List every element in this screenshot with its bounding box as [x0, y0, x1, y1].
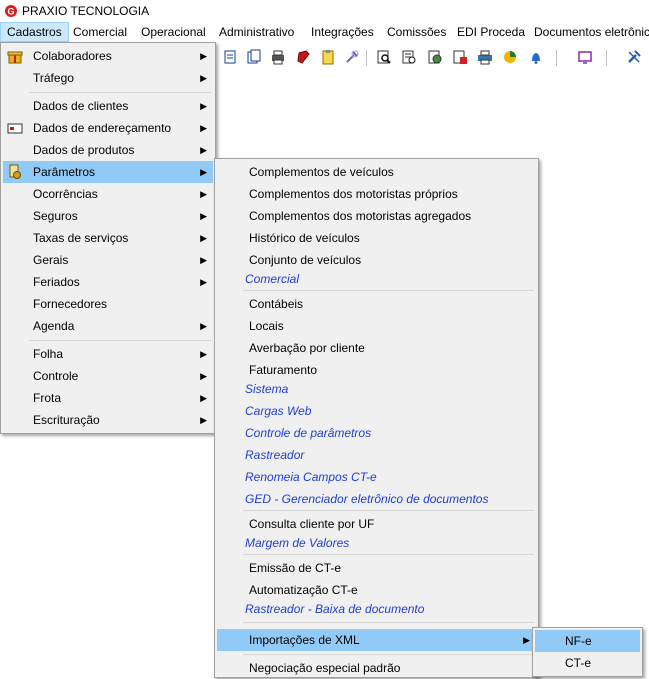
wrench-icon[interactable] [626, 49, 642, 65]
section-margem-valores[interactable]: Margem de Valores [245, 536, 349, 550]
menu-separator [243, 290, 534, 291]
menu-item-dados-clientes[interactable]: Dados de clientes ▶ [3, 95, 213, 117]
menu-comercial[interactable]: Comercial [67, 22, 133, 42]
menu-item-gerais[interactable]: Gerais ▶ [3, 249, 213, 271]
menu-integracoes[interactable]: Integrações [305, 22, 380, 42]
menu-item-feriados[interactable]: Feriados ▶ [3, 271, 213, 293]
document-icon[interactable] [222, 49, 238, 65]
menu-item-dados-produtos[interactable]: Dados de produtos ▶ [3, 139, 213, 161]
menu-separator [29, 340, 211, 341]
title-bar: G PRAXIO TECNOLOGIA [0, 0, 649, 22]
list-icon[interactable] [452, 49, 468, 65]
praxio-logo-icon: G [5, 5, 17, 17]
section-renomeia-campos-cte[interactable]: Renomeia Campos CT-e [245, 470, 377, 484]
envelope-icon [7, 123, 23, 134]
menu-item-complementos-motoristas-proprios[interactable]: Complementos dos motoristas próprios [217, 183, 536, 205]
menu-item-parametros[interactable]: Parâmetros ▶ [3, 161, 213, 183]
menu-item-locais[interactable]: Locais [217, 315, 536, 337]
menu-item-nfe[interactable]: NF-e [535, 630, 640, 652]
menu-separator [243, 554, 534, 555]
menu-item-historico-veiculos[interactable]: Histórico de veículos [217, 227, 536, 249]
menu-item-complementos-motoristas-agregados[interactable]: Complementos dos motoristas agregados [217, 205, 536, 227]
menu-item-cte[interactable]: CT-e [535, 652, 640, 674]
documents-icon[interactable] [246, 49, 262, 65]
menu-separator [29, 92, 211, 93]
menu-item-complementos-veiculos[interactable]: Complementos de veículos [217, 161, 536, 183]
chevron-right-icon: ▶ [200, 145, 207, 155]
section-comercial[interactable]: Comercial [245, 272, 299, 286]
parametros-submenu: Complementos de veículos Complementos do… [214, 158, 539, 678]
menu-item-seguros[interactable]: Seguros ▶ [3, 205, 213, 227]
section-rastreador-baixa[interactable]: Rastreador - Baixa de documento [245, 602, 424, 616]
app-title: PRAXIO TECNOLOGIA [22, 4, 150, 18]
gift-icon [7, 51, 23, 64]
section-cargas-web[interactable]: Cargas Web [245, 404, 311, 418]
svg-text:G: G [7, 7, 14, 17]
book-icon[interactable] [296, 49, 312, 65]
menu-item-consulta-cliente-uf[interactable]: Consulta cliente por UF [217, 513, 536, 535]
menu-item-contabeis[interactable]: Contábeis [217, 293, 536, 315]
menu-item-conjunto-veiculos[interactable]: Conjunto de veículos [217, 249, 536, 271]
chevron-right-icon: ▶ [200, 371, 207, 381]
menu-item-faturamento[interactable]: Faturamento [217, 359, 536, 381]
chevron-right-icon: ▶ [200, 167, 207, 177]
pie-chart-icon[interactable] [502, 49, 518, 65]
chevron-right-icon: ▶ [200, 415, 207, 425]
menu-item-agenda[interactable]: Agenda ▶ [3, 315, 213, 337]
menu-item-emissao-cte[interactable]: Emissão de CT-e [217, 557, 536, 579]
menu-item-colaboradores[interactable]: Colaboradores ▶ [3, 45, 213, 67]
chevron-right-icon: ▶ [200, 321, 207, 331]
bell-icon[interactable] [528, 49, 544, 65]
menu-separator [243, 654, 534, 655]
printer-icon[interactable] [270, 49, 286, 65]
clipboard-icon[interactable] [320, 49, 336, 65]
printer2-icon[interactable] [477, 49, 493, 65]
menu-separator [243, 510, 534, 511]
chevron-right-icon: ▶ [200, 349, 207, 359]
monitor-icon[interactable] [577, 49, 593, 65]
menu-item-frota[interactable]: Frota ▶ [3, 387, 213, 409]
cadastros-menu: Colaboradores ▶ Tráfego ▶ Dados de cliente… [0, 42, 216, 434]
parameters-icon [9, 164, 21, 179]
menu-item-ocorrencias[interactable]: Ocorrências ▶ [3, 183, 213, 205]
report-icon[interactable] [401, 49, 417, 65]
chevron-right-icon: ▶ [200, 393, 207, 403]
menu-item-dados-enderecamento[interactable]: Dados de endereçamento ▶ [3, 117, 213, 139]
section-controle-parametros[interactable]: Controle de parâmetros [245, 426, 371, 440]
chevron-right-icon: ▶ [200, 189, 207, 199]
menu-item-trafego[interactable]: Tráfego ▶ [3, 67, 213, 89]
menu-item-controle[interactable]: Controle ▶ [3, 365, 213, 387]
chevron-right-icon: ▶ [200, 233, 207, 243]
chevron-right-icon: ▶ [523, 635, 530, 645]
chevron-right-icon: ▶ [200, 123, 207, 133]
chevron-right-icon: ▶ [200, 101, 207, 111]
menu-item-fornecedores[interactable]: Fornecedores [3, 293, 213, 315]
menu-documentos-eletronicos[interactable]: Documentos eletrônic [528, 22, 649, 42]
menu-edi-proceda[interactable]: EDI Proceda [451, 22, 531, 42]
section-sistema[interactable]: Sistema [245, 382, 288, 396]
menu-item-importacoes-xml[interactable]: Importações de XML ▶ [217, 629, 536, 651]
chevron-right-icon: ▶ [200, 73, 207, 83]
chevron-right-icon: ▶ [200, 255, 207, 265]
chevron-right-icon: ▶ [200, 211, 207, 221]
tools-icon[interactable] [344, 49, 360, 65]
gear-document-icon[interactable] [427, 49, 443, 65]
menu-administrativo[interactable]: Administrativo [213, 22, 300, 42]
menu-item-escrituracao[interactable]: Escrituração ▶ [3, 409, 213, 431]
search-document-icon[interactable] [376, 49, 392, 65]
importacoes-xml-submenu: NF-e CT-e [532, 627, 643, 677]
menu-item-folha[interactable]: Folha ▶ [3, 343, 213, 365]
section-rastreador[interactable]: Rastreador [245, 448, 304, 462]
menu-comissoes[interactable]: Comissões [381, 22, 452, 42]
menu-item-automatizacao-cte[interactable]: Automatização CT-e [217, 579, 536, 601]
menu-operacional[interactable]: Operacional [135, 22, 212, 42]
section-ged[interactable]: GED - Gerenciador eletrônico de document… [245, 492, 488, 506]
chevron-right-icon: ▶ [200, 277, 207, 287]
menu-bar: Cadastros Comercial Operacional Administ… [0, 22, 649, 42]
menu-cadastros[interactable]: Cadastros [0, 22, 69, 42]
menu-item-taxas-servicos[interactable]: Taxas de serviços ▶ [3, 227, 213, 249]
menu-item-averbacao-cliente[interactable]: Averbação por cliente [217, 337, 536, 359]
menu-separator [243, 622, 534, 623]
chevron-right-icon: ▶ [200, 51, 207, 61]
